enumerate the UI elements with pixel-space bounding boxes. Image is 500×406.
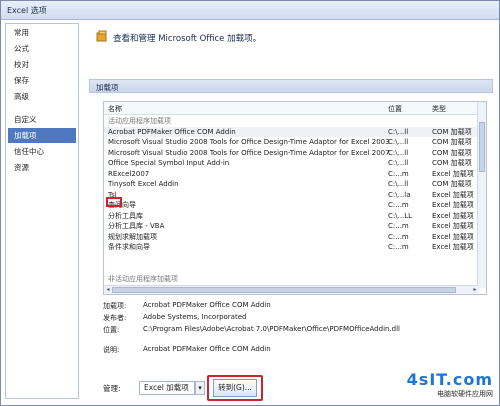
table-row[interactable]: Acrobat PDFMaker Office COM Addin C:\...l…	[104, 126, 479, 137]
watermark-subtitle: 电脑软硬件应用网	[437, 390, 493, 398]
sidebar-item-popular[interactable]: 常用	[8, 25, 76, 40]
table-row[interactable]: RExcel2007 C:...m Excel 加载项	[104, 169, 479, 180]
sidebar-item-resources[interactable]: 资源	[8, 160, 76, 175]
addins-rows: 活动应用程序加载项 Acrobat PDFMaker Office COM Ad…	[104, 116, 479, 283]
table-row[interactable]: Tsl C:\...la Excel 加载项	[104, 190, 479, 201]
sidebar: 常用 公式 校对 保存 高级 自定义 加载项 信任中心 资源	[5, 23, 79, 399]
column-name[interactable]: 名称	[108, 104, 122, 114]
header: 查看和管理 Microsoft Office 加载项。	[89, 23, 493, 53]
scroll-left-icon[interactable]: ◂	[104, 286, 112, 294]
table-row	[104, 263, 479, 274]
scroll-right-icon[interactable]: ▸	[471, 286, 479, 294]
table-row[interactable]: Microsoft Visual Studio 2008 Tools for O…	[104, 148, 479, 159]
watermark: 4sIT.com 电脑软硬件应用网	[343, 370, 493, 399]
table-row[interactable]: 查阅向导 C:...m Excel 加载项	[104, 200, 479, 211]
window-title: Excel 选项	[7, 6, 47, 15]
table-row[interactable]: 分析工具库 C:\...LL Excel 加载项	[104, 211, 479, 222]
addins-group-header: 加载项	[89, 79, 493, 93]
column-type[interactable]: 类型	[432, 104, 446, 114]
sidebar-separator	[6, 105, 78, 111]
table-row[interactable]: Tinysoft Excel Addin C:\...ll COM 加载项	[104, 179, 479, 190]
vertical-scrollbar[interactable]	[477, 102, 486, 288]
addins-list[interactable]: 名称 位置 类型 活动应用程序加载项 Acrobat PDFMaker Offi…	[103, 101, 487, 295]
group-label: 加载项	[96, 83, 119, 92]
section-inactive-addins: 非活动应用程序加载项	[108, 274, 178, 283]
sidebar-item-addins[interactable]: 加载项	[8, 128, 76, 143]
sidebar-item-advanced[interactable]: 高级	[8, 89, 76, 104]
sidebar-item-trust-center[interactable]: 信任中心	[8, 144, 76, 159]
table-row[interactable]: 条件求和向导 C:...m Excel 加载项	[104, 242, 479, 253]
table-row	[104, 253, 479, 264]
chevron-down-icon[interactable]: ▾	[195, 381, 205, 395]
horizontal-scrollbar[interactable]: ◂ ▸	[104, 285, 479, 294]
addin-details: 加载项: Acrobat PDFMaker Office COM Addin 发…	[103, 301, 401, 354]
table-row[interactable]: 分析工具库 - VBA C:...m Excel 加载项	[104, 221, 479, 232]
main-panel: 查看和管理 Microsoft Office 加载项。 加载项 名称 位置 类型…	[89, 23, 493, 401]
header-text: 查看和管理 Microsoft Office 加载项。	[113, 34, 262, 44]
title-bar: Excel 选项	[1, 1, 499, 20]
column-location[interactable]: 位置	[388, 104, 402, 114]
goto-button[interactable]: 转到(G)...	[213, 379, 257, 397]
addins-list-header: 名称 位置 类型	[104, 102, 479, 115]
manage-row: 管理: Excel 加载项 ▾ 转到(G)...	[103, 375, 343, 401]
sidebar-item-formulas[interactable]: 公式	[8, 41, 76, 56]
horizontal-scroll-thumb[interactable]	[112, 287, 456, 293]
table-row[interactable]: Microsoft Visual Studio 2008 Tools for O…	[104, 137, 479, 148]
table-row[interactable]: 规划求解加载项 C:...m Excel 加载项	[104, 232, 479, 243]
watermark-brand: 4sIT.com	[406, 370, 493, 389]
sidebar-item-save[interactable]: 保存	[8, 73, 76, 88]
manage-label: 管理:	[103, 384, 121, 393]
sidebar-item-customize[interactable]: 自定义	[8, 112, 76, 127]
excel-options-window: Excel 选项 常用 公式 校对 保存 高级 自定义 加载项 信任中心 资源 …	[0, 0, 500, 406]
section-active-addins: 活动应用程序加载项	[108, 117, 171, 125]
sidebar-item-proofing[interactable]: 校对	[8, 57, 76, 72]
vertical-scroll-thumb[interactable]	[479, 122, 485, 172]
addins-icon	[96, 30, 107, 42]
table-row[interactable]: Office Special Symbol Input Add-in C:\...…	[104, 158, 479, 169]
manage-select[interactable]: Excel 加载项	[139, 381, 195, 395]
tsl-highlight-box	[106, 197, 122, 207]
